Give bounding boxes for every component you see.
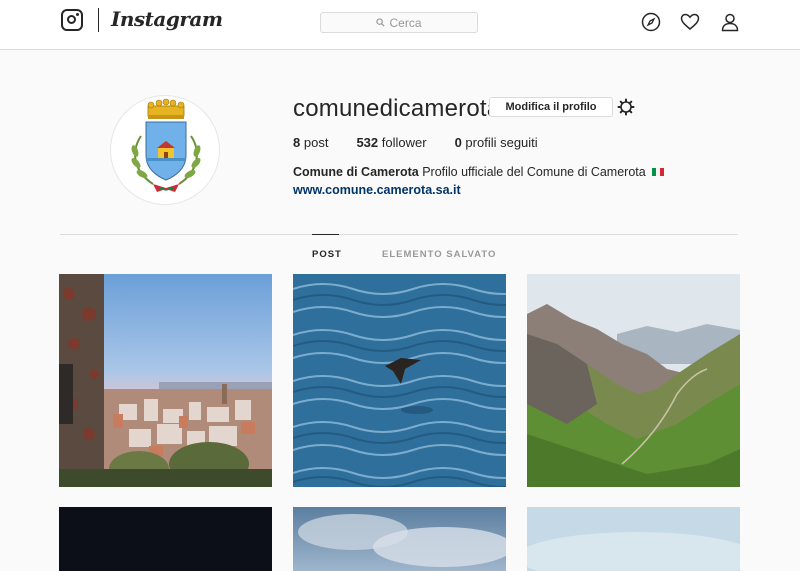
- posts-label: post: [303, 135, 329, 150]
- heart-icon[interactable]: [680, 12, 700, 32]
- instagram-camera-icon[interactable]: [61, 9, 83, 31]
- post-thumbnail[interactable]: [527, 274, 740, 487]
- coat-of-arms-image: [131, 98, 201, 192]
- top-nav: Instagram Cerca: [0, 0, 800, 50]
- profile-bio-text: Profilo ufficiale del Comune di Camerota: [422, 165, 646, 179]
- posts-stat: 8 post: [293, 135, 328, 150]
- instagram-wordmark[interactable]: Instagram: [111, 7, 223, 31]
- active-tab-indicator: [312, 234, 339, 235]
- followers-count: 532: [356, 135, 379, 150]
- profile-full-name: Comune di Camerota: [293, 165, 419, 179]
- nav-divider: [98, 8, 99, 32]
- search-input[interactable]: Cerca: [320, 12, 478, 33]
- post-thumbnail[interactable]: [293, 507, 506, 571]
- profile-avatar[interactable]: [110, 95, 220, 205]
- post-thumbnail[interactable]: [527, 507, 740, 571]
- post-thumbnail[interactable]: [59, 274, 272, 487]
- search-placeholder: Cerca: [389, 15, 422, 30]
- search-icon: [376, 18, 385, 27]
- gear-icon[interactable]: [617, 98, 635, 116]
- compass-icon[interactable]: [641, 12, 661, 32]
- person-icon[interactable]: [720, 12, 740, 32]
- following-count: 0: [454, 135, 462, 150]
- tab-posts[interactable]: POST: [312, 249, 342, 260]
- following-stat[interactable]: 0 profili seguiti: [455, 135, 538, 150]
- profile-stats: 8 post 532 follower 0 profili seguiti: [293, 135, 566, 150]
- post-thumbnail[interactable]: [293, 274, 506, 487]
- italy-flag-icon: [652, 165, 665, 176]
- tabs-divider: [60, 234, 738, 235]
- profile-website-link[interactable]: www.comune.camerota.sa.it: [293, 183, 461, 197]
- followers-stat[interactable]: 532 follower: [356, 135, 426, 150]
- tab-saved[interactable]: ELEMENTO SALVATO: [382, 249, 496, 260]
- profile-username: comunedicamerota: [293, 95, 501, 122]
- followers-label: follower: [381, 135, 427, 150]
- posts-count: 8: [293, 135, 301, 150]
- following-label: profili seguiti: [465, 135, 538, 150]
- edit-profile-button[interactable]: Modifica il profilo: [489, 97, 613, 117]
- profile-bio: Comune di Camerota Profilo ufficiale del…: [293, 165, 665, 179]
- post-thumbnail[interactable]: [59, 507, 272, 571]
